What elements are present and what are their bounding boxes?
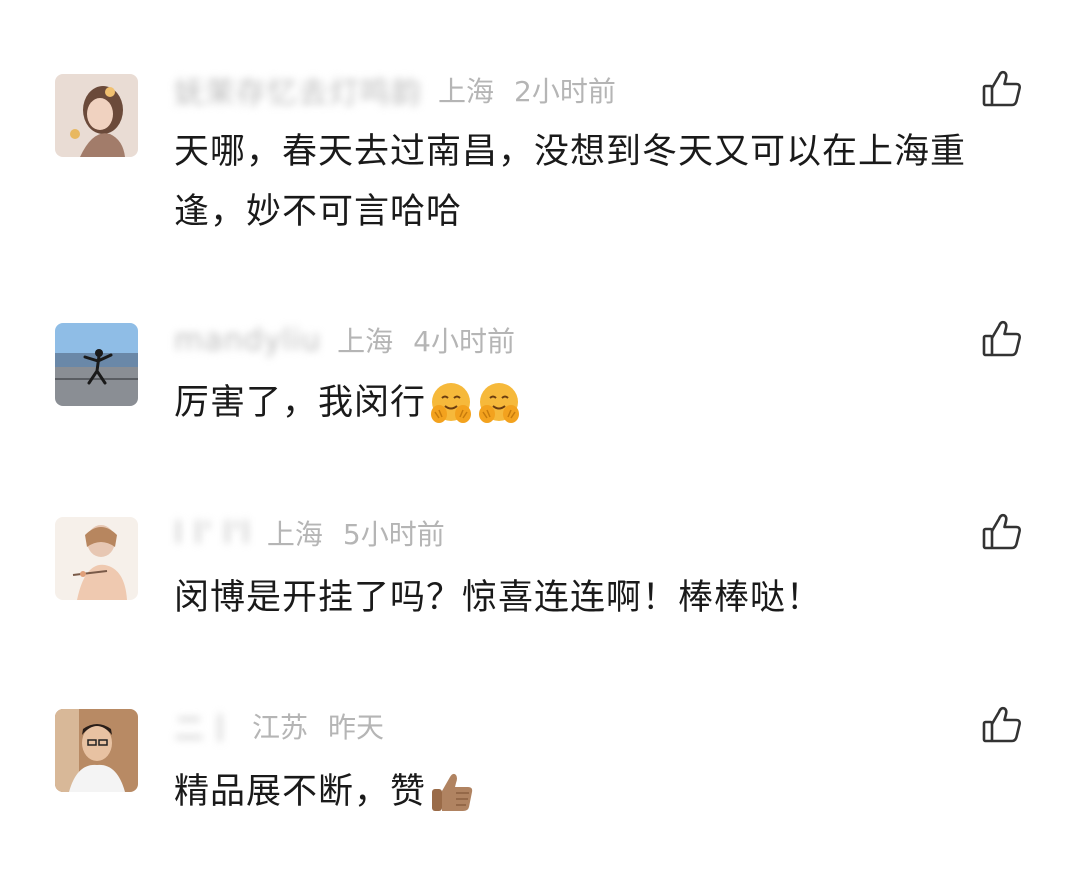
thumbs-up-outline-icon xyxy=(980,702,1024,746)
username[interactable]: 二丨 xyxy=(174,704,236,748)
comment-item: 二丨 江苏 昨天 精品展不断，赞 xyxy=(0,0,1080,871)
timestamp: 昨天 xyxy=(328,711,385,744)
avatar[interactable] xyxy=(55,709,138,792)
location-label: 江苏 xyxy=(252,711,309,744)
thumbs-up-emoji xyxy=(428,769,476,815)
like-button[interactable] xyxy=(980,702,1024,746)
comment-text: 精品展不断，赞 xyxy=(174,772,427,812)
comment-text-row: 精品展不断，赞 xyxy=(174,762,1024,822)
